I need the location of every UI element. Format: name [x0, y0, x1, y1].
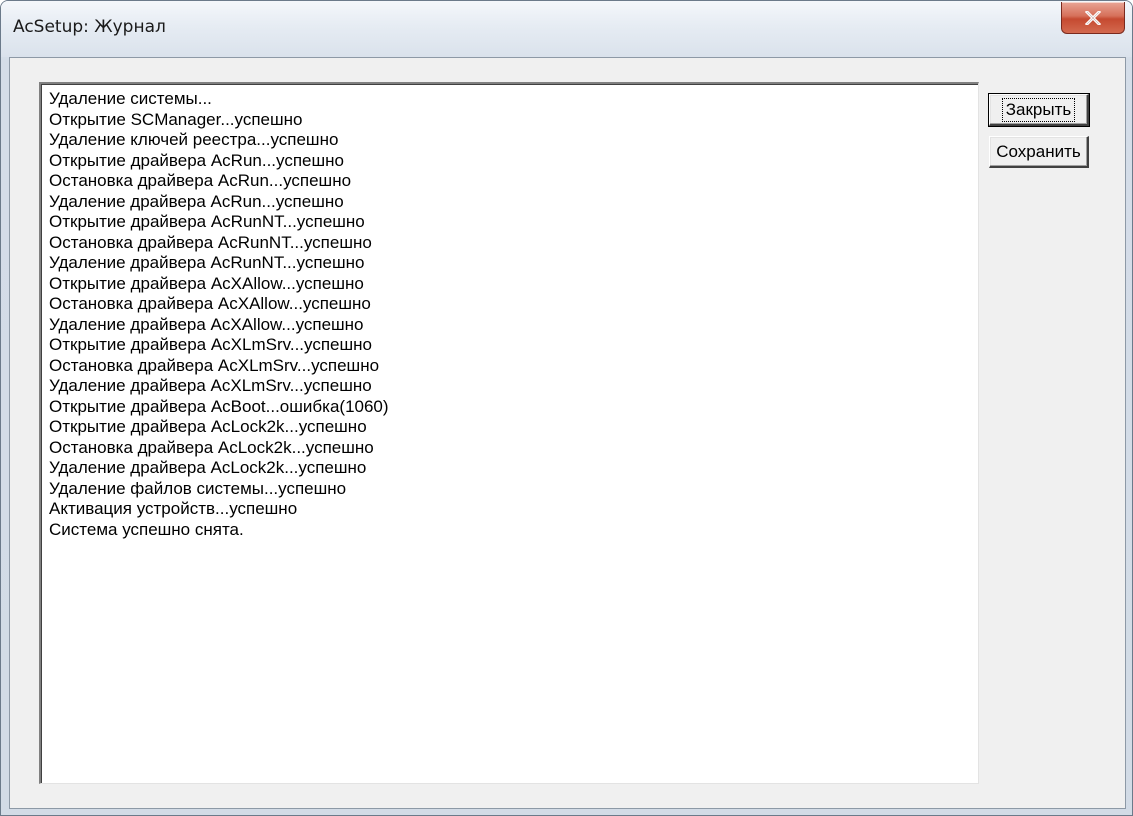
log-line: Открытие драйвера AcBoot...ошибка(1060) [49, 396, 389, 416]
log-line: Удаление драйвера AcXAllow...успешно [49, 314, 364, 334]
log-line: Остановка драйвера AcXLmSrv...успешно [49, 355, 380, 375]
close-x-icon [1085, 10, 1101, 25]
title-bar[interactable]: AcSetup: Журнал [1, 1, 1132, 57]
log-line: Активация устройств...успешно [49, 499, 298, 518]
log-line: Удаление системы... [49, 89, 212, 108]
log-line: Остановка драйвера AcLock2k...успешно [49, 437, 374, 457]
log-line: Удаление ключей реестра...успешно [49, 130, 339, 149]
save-button[interactable]: Сохранить [989, 136, 1089, 168]
log-line: Удаление драйвера AcRunNT...успешно [49, 253, 365, 272]
log-line: Открытие драйвера AcRunNT...успешно [49, 212, 365, 231]
close-button[interactable]: Закрыть [988, 93, 1090, 127]
log-line: Открытие драйвера AcXAllow...успешно [49, 273, 364, 293]
log-line: Система успешно снята. [49, 519, 244, 539]
log-line: Удаление файлов системы...успешно [49, 478, 347, 498]
log-line: Открытие SCManager...успешно [49, 109, 303, 129]
log-line: Удаление драйвера AcLock2k...успешно [49, 458, 367, 477]
close-button-label: Закрыть [1001, 97, 1076, 122]
save-button-label: Сохранить [996, 141, 1081, 161]
log-line: Остановка драйвера AcRun...успешно [49, 171, 352, 190]
dialog-client-area: Удаление системы... Открытие SCManager...… [9, 57, 1126, 809]
log-line: Открытие драйвера AcXLmSrv...успешно [49, 335, 372, 354]
log-text-box[interactable]: Удаление системы... Открытие SCManager...… [39, 82, 979, 784]
window-close-button[interactable] [1061, 2, 1125, 34]
log-line: Открытие драйвера AcLock2k...успешно [49, 417, 367, 436]
log-line: Удаление драйвера AcRun...успешно [49, 191, 344, 211]
window-title: AcSetup: Журнал [13, 17, 166, 37]
log-line: Удаление драйвера AcXLmSrv...успешно [49, 376, 372, 395]
log-line: Открытие драйвера AcRun...успешно [49, 150, 344, 170]
log-line: Остановка драйвера AcRunNT...успешно [49, 232, 372, 252]
log-dialog-window: AcSetup: Журнал Удаление системы... Откры… [0, 0, 1133, 816]
log-line: Остановка драйвера AcXAllow...успешно [49, 294, 371, 313]
